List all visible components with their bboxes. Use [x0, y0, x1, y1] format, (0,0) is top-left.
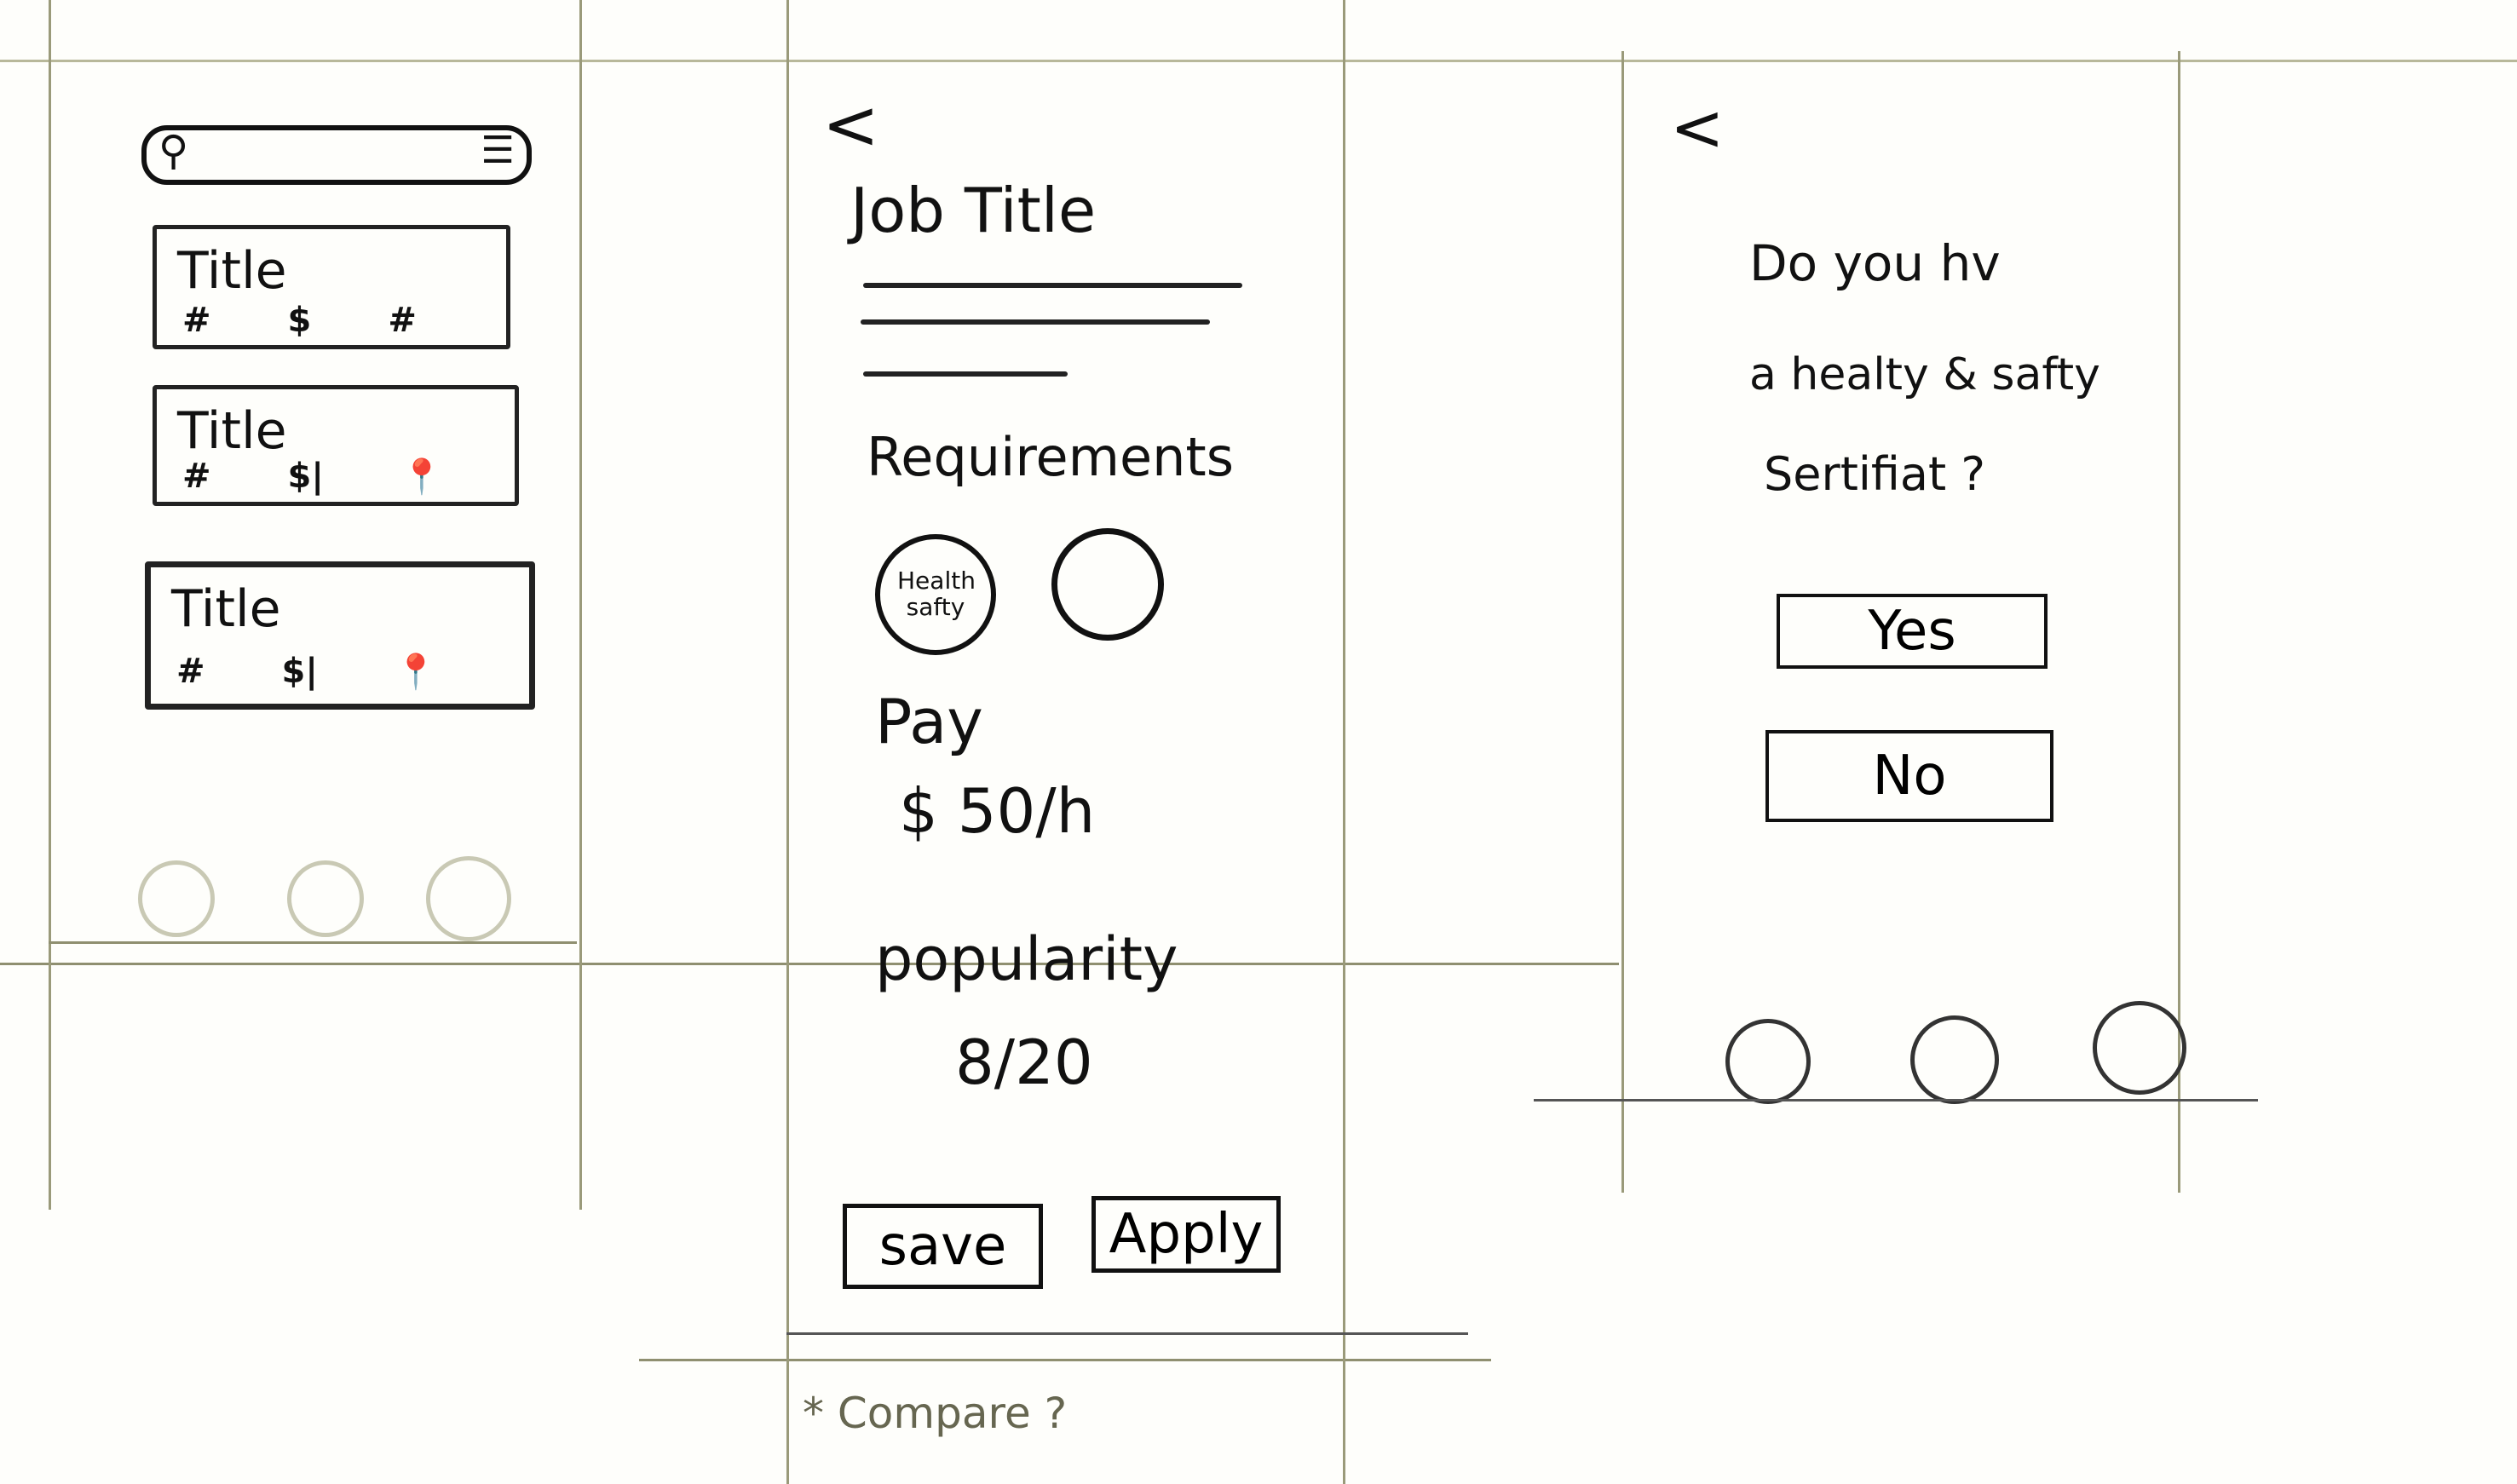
apply-button[interactable]: Apply — [1091, 1196, 1281, 1273]
phone-bottom-line — [49, 941, 577, 944]
nav-circle-icon[interactable] — [1725, 1019, 1811, 1104]
description-line — [861, 319, 1210, 325]
popularity-label: popularity — [875, 924, 1178, 994]
question-line: Sertifiat ? — [1764, 447, 1985, 501]
save-button[interactable]: save — [843, 1204, 1043, 1289]
sliders-icon[interactable]: ☰ — [481, 129, 515, 172]
popularity-value: 8/20 — [955, 1027, 1093, 1098]
job-card-title: Title — [177, 241, 287, 301]
dollar-icon: $| — [281, 652, 318, 691]
hash-icon: # — [388, 301, 417, 340]
phone-bottom-line — [786, 1332, 1468, 1335]
nav-circle-icon[interactable] — [138, 860, 215, 937]
dollar-icon: $ — [287, 301, 312, 340]
back-chevron-left-icon[interactable]: < — [822, 85, 879, 164]
description-line — [863, 283, 1242, 288]
search-bar[interactable]: ⚲ ☰ — [141, 125, 532, 185]
nav-circle-icon[interactable] — [426, 856, 511, 941]
hash-icon: # — [182, 457, 211, 496]
back-chevron-left-icon[interactable]: < — [1670, 89, 1725, 165]
question-line: a healty & safty — [1749, 349, 2100, 400]
dollar-icon: $| — [287, 457, 324, 496]
phone-bottom-line — [1534, 1099, 2258, 1101]
question-line: Do you hv — [1749, 234, 2001, 292]
job-card[interactable]: Title # $| 📍 — [145, 561, 535, 710]
requirement-badge-label: Health safty — [897, 567, 976, 621]
requirements-label: Requirements — [867, 426, 1235, 488]
search-icon: ⚲ — [158, 127, 189, 175]
pay-label: Pay — [875, 686, 983, 757]
description-line — [863, 371, 1068, 377]
job-title: Job Title — [850, 175, 1097, 246]
requirement-badge-empty[interactable] — [1051, 528, 1164, 641]
job-card-title: Title — [177, 401, 287, 461]
yes-button[interactable]: Yes — [1777, 594, 2048, 669]
job-card[interactable]: Title # $| 📍 — [153, 385, 519, 506]
hash-icon: # — [182, 301, 211, 340]
location-pin-icon: 📍 — [400, 457, 443, 497]
hash-icon: # — [176, 652, 205, 691]
nav-circle-icon[interactable] — [287, 860, 364, 937]
location-pin-icon: 📍 — [394, 653, 437, 692]
nav-circle-icon[interactable] — [1910, 1015, 1999, 1104]
pay-value: $ 50/h — [899, 775, 1096, 847]
nav-circle-icon[interactable] — [2093, 1001, 2186, 1095]
compare-note: * Compare ? — [803, 1389, 1068, 1438]
job-card-title: Title — [171, 579, 281, 639]
requirement-badge-health-safety[interactable]: Health safty — [875, 534, 996, 655]
job-card[interactable]: Title # $ # — [153, 225, 510, 349]
no-button[interactable]: No — [1765, 730, 2053, 822]
